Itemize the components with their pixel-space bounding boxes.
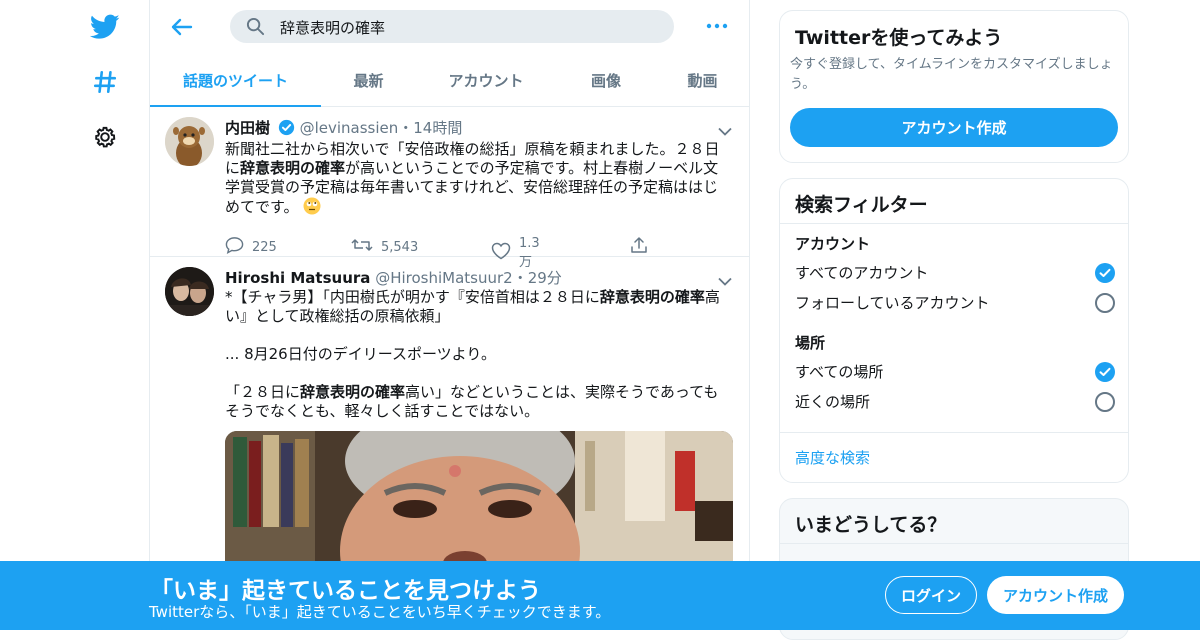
reply-icon	[225, 236, 244, 258]
filter-option-label: 近くの場所	[795, 393, 871, 411]
left-nav	[0, 0, 150, 630]
tweet[interactable]: Hiroshi Matsuura @HiroshiMatsuur2・29分 *【…	[150, 257, 749, 577]
filter-option-label: フォローしているアカウント	[795, 294, 990, 312]
signup-card: Twitterを使ってみよう 今すぐ登録して、タイムラインをカスタマイズしましょ…	[779, 10, 1129, 163]
search-highlight: 辞意表明の確率	[599, 288, 705, 306]
banner-title: 「いま」起きていることを見つけよう	[150, 578, 541, 604]
author-handle[interactable]: @levinassien	[300, 119, 399, 137]
search-input[interactable]: 辞意表明の確率	[230, 10, 674, 43]
banner-signup-button[interactable]: アカウント作成	[987, 576, 1124, 614]
advanced-search-link[interactable]: 高度な検索	[795, 447, 870, 468]
reply-button[interactable]: 225	[225, 236, 277, 258]
filter-card-title: 検索フィルター	[795, 194, 928, 216]
tweet-text: 新聞社二社から相次いで「安倍政権の総括」原稿を頼まれました。２８日に辞意表明の確…	[225, 140, 725, 220]
tweet-time[interactable]: 29分	[528, 269, 562, 287]
radio-empty-icon	[1095, 293, 1115, 313]
tweet-time[interactable]: 14時間	[413, 119, 462, 137]
retweet-icon	[351, 236, 373, 258]
search-highlight: 辞意表明の確率	[300, 383, 406, 401]
divider	[780, 432, 1128, 433]
search-query: 辞意表明の確率	[280, 19, 386, 37]
tab-videos[interactable]: 動画	[656, 54, 749, 106]
tweet-text-segment: *【チャラ男】「内田樹氏が明かす『安倍首相は２８日に	[225, 288, 600, 306]
filter-option-nearby[interactable]: 近くの場所	[795, 391, 1115, 413]
avatar[interactable]	[165, 267, 214, 316]
checkmark-icon	[1095, 263, 1115, 283]
signup-card-desc: 今すぐ登録して、タイムラインをカスタマイズしましょう。	[790, 57, 1113, 92]
share-button[interactable]	[630, 236, 648, 258]
filter-option-label: すべての場所	[795, 363, 884, 381]
filter-option-all-accounts[interactable]: すべてのアカウント	[795, 262, 1115, 284]
tab-top[interactable]: 話題のツイート	[150, 54, 321, 107]
divider	[780, 543, 1128, 544]
hashtag-icon[interactable]	[88, 65, 122, 99]
checkmark-icon	[1095, 362, 1115, 382]
search-icon	[246, 17, 265, 40]
search-header: 辞意表明の確率	[150, 0, 749, 54]
retweet-count: 5,543	[381, 239, 419, 255]
search-filter-card: 検索フィルター アカウント すべてのアカウント フォローしているアカウント 場所…	[779, 178, 1129, 483]
author-handle[interactable]: @HiroshiMatsuur2	[375, 269, 513, 287]
filter-option-all-places[interactable]: すべての場所	[795, 361, 1115, 383]
more-options-icon[interactable]	[706, 16, 730, 36]
filter-option-following[interactable]: フォローしているアカウント	[795, 292, 1115, 314]
filter-option-label: すべてのアカウント	[795, 264, 929, 282]
divider	[780, 223, 1128, 224]
settings-gear-icon[interactable]	[88, 120, 122, 154]
author-name[interactable]: Hiroshi Matsuura	[225, 269, 370, 287]
signup-banner: 「いま」起きていることを見つけよう Twitterなら、「いま」起きていることを…	[0, 561, 1200, 630]
tweet-header: 内田樹 @levinassien・14時間	[225, 117, 462, 140]
tab-images[interactable]: 画像	[556, 54, 656, 106]
tweet-text-line: 「２８日に辞意表明の確率高い」などということは、実際そうであってもそうでなくとも…	[225, 383, 725, 421]
reply-count: 225	[252, 239, 277, 255]
tweet[interactable]: 内田樹 @levinassien・14時間 新聞社二社から相次いで「安倍政権の総…	[150, 107, 749, 270]
tweet-text-line: ... 8月26日付のデイリースポーツより。	[225, 345, 497, 363]
filter-section-place: 場所	[795, 334, 826, 352]
avatar[interactable]	[165, 117, 214, 166]
separator-dot: ・	[398, 119, 414, 137]
search-highlight: 辞意表明の確率	[240, 159, 346, 177]
filter-section-account: アカウント	[795, 235, 871, 253]
tab-latest[interactable]: 最新	[321, 54, 416, 106]
banner-subtitle: Twitterなら、「いま」起きていることをいち早くチェックできます。	[149, 603, 611, 621]
tab-accounts[interactable]: アカウント	[416, 54, 556, 106]
retweet-button[interactable]: 5,543	[351, 236, 418, 258]
chevron-down-icon[interactable]	[718, 121, 732, 140]
back-arrow-icon[interactable]	[168, 13, 196, 41]
separator-dot: ・	[512, 269, 528, 287]
tweet-text-segment: 「２８日に	[225, 383, 301, 401]
verified-badge-icon	[278, 119, 295, 140]
main-column: 辞意表明の確率 話題のツイート 最新 アカウント 画像 動画 内田樹 @levi…	[149, 0, 750, 630]
trends-card-title: いまどうしてる？	[795, 514, 947, 536]
rolling-eyes-emoji-icon	[303, 197, 321, 220]
radio-empty-icon	[1095, 392, 1115, 412]
share-icon	[630, 236, 648, 258]
login-button[interactable]: ログイン	[885, 576, 977, 614]
search-tabs: 話題のツイート 最新 アカウント 画像 動画	[150, 54, 749, 107]
twitter-bird-icon[interactable]	[88, 10, 122, 44]
tweet-text: *【チャラ男】「内田樹氏が明かす『安倍首相は２８日に辞意表明の確率高い』として政…	[225, 288, 725, 421]
signup-card-title: Twitterを使ってみよう	[795, 27, 1003, 49]
signup-button[interactable]: アカウント作成	[790, 108, 1118, 147]
tweet-photo[interactable]	[225, 431, 733, 577]
tweet-header: Hiroshi Matsuura @HiroshiMatsuur2・29分	[225, 267, 562, 288]
author-name[interactable]: 内田樹	[225, 119, 270, 137]
